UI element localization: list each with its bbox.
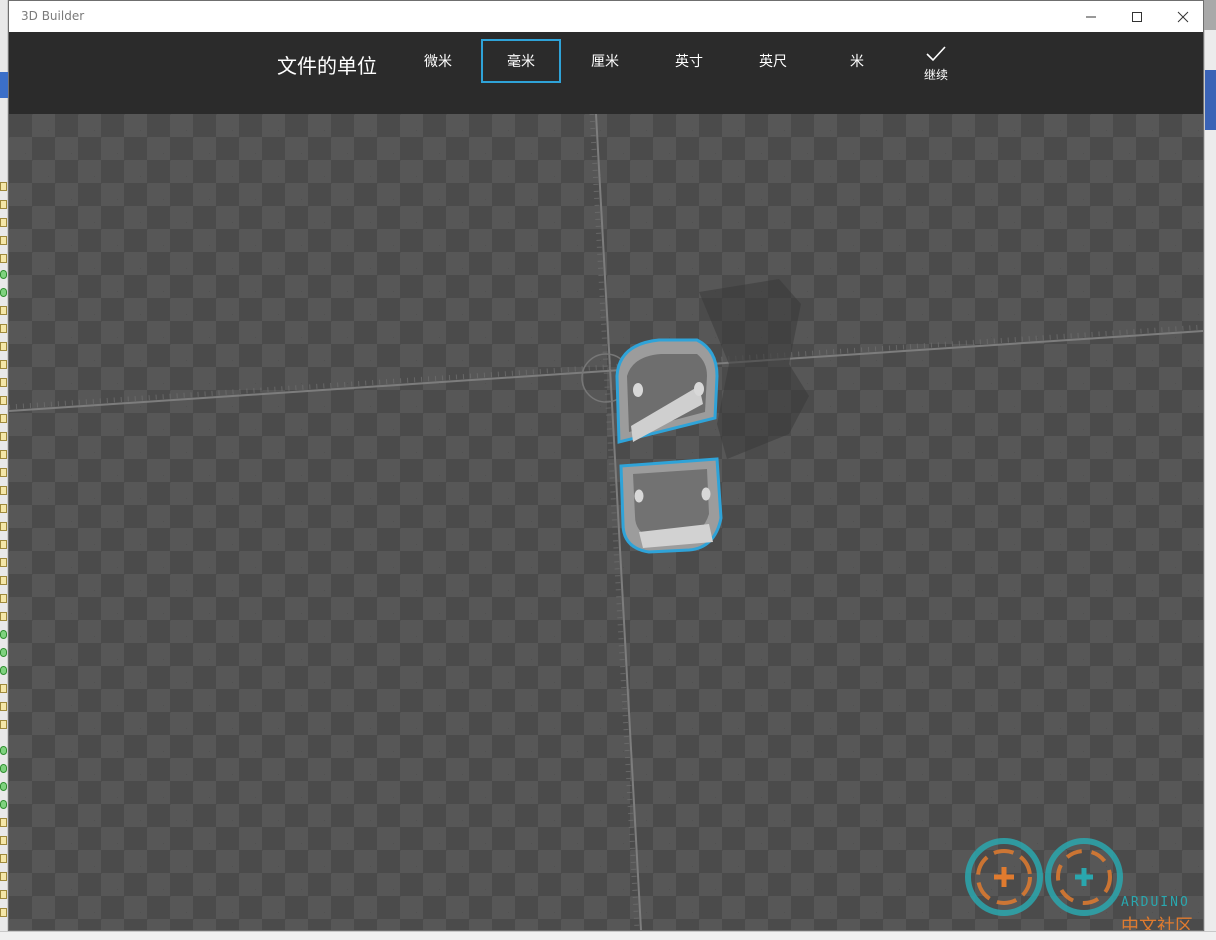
unit-toolbar: 文件的单位 微米 毫米 厘米 英寸 英尺 米 继续 — [9, 32, 1203, 114]
background-file-icon — [0, 236, 7, 245]
background-file-icon — [0, 414, 7, 423]
background-file-icon — [0, 702, 7, 711]
background-file-icon — [0, 908, 7, 917]
background-file-icon — [0, 612, 7, 621]
background-file-icon — [0, 504, 7, 513]
minimize-button[interactable] — [1068, 1, 1114, 32]
background-status-icon — [0, 782, 7, 791]
scene-canvas — [9, 114, 1203, 930]
unit-option-micrometer[interactable]: 微米 — [398, 39, 478, 83]
units-heading: 文件的单位 — [277, 54, 377, 78]
app-window: 3D Builder 文件的单位 微米 毫米 厘米 英寸 英尺 米 继续 ARD… — [8, 0, 1204, 931]
background-status-icon — [0, 666, 7, 675]
unit-option-meter[interactable]: 米 — [817, 39, 897, 83]
background-status-icon — [0, 648, 7, 657]
background-file-icon — [0, 576, 7, 585]
maximize-button[interactable] — [1114, 1, 1160, 32]
background-file-icon — [0, 818, 7, 827]
background-file-icon — [0, 432, 7, 441]
minimize-icon — [1086, 16, 1096, 17]
background-file-icon — [0, 450, 7, 459]
unit-option-label: 英寸 — [675, 54, 703, 70]
background-file-icon — [0, 522, 7, 531]
unit-option-foot[interactable]: 英尺 — [733, 39, 813, 83]
model-bottom-part — [619, 457, 723, 554]
unit-option-millimeter[interactable]: 毫米 — [481, 39, 561, 83]
checkmark-icon — [926, 46, 946, 62]
background-titlebar-fragment — [1205, 70, 1216, 130]
unit-option-label: 英尺 — [759, 54, 787, 70]
background-file-icon — [0, 558, 7, 567]
background-file-icon — [0, 200, 7, 209]
background-status-icon — [0, 800, 7, 809]
background-file-icon — [0, 468, 7, 477]
watermark-brand: ARDUINO — [1121, 895, 1190, 910]
3d-viewport[interactable]: ARDUINO 中文社区 — [9, 114, 1203, 930]
background-file-icon — [0, 254, 7, 263]
watermark-subtitle: 中文社区 — [1121, 916, 1193, 930]
background-file-icon — [0, 360, 7, 369]
title-bar[interactable]: 3D Builder — [9, 1, 1203, 32]
background-taskbar-strip — [0, 931, 1216, 940]
background-file-icon — [0, 396, 7, 405]
background-file-icon — [0, 306, 7, 315]
background-file-icon — [0, 342, 7, 351]
background-titlebar-fragment — [0, 72, 8, 98]
background-file-icon — [0, 890, 7, 899]
close-icon — [1177, 11, 1189, 22]
background-window-right-edge — [1204, 30, 1216, 940]
unit-option-label: 微米 — [424, 54, 452, 70]
watermark-logo: ARDUINO 中文社区 — [959, 832, 1203, 930]
unit-option-label: 毫米 — [507, 54, 535, 70]
continue-label: 继续 — [923, 68, 948, 82]
model-top-part — [615, 338, 719, 444]
unit-option-label: 米 — [850, 54, 864, 70]
background-file-icon — [0, 854, 7, 863]
horizontal-axis — [9, 324, 1203, 412]
unit-option-label: 厘米 — [591, 54, 619, 70]
background-status-icon — [0, 764, 7, 773]
background-file-icon — [0, 720, 7, 729]
background-file-icon — [0, 872, 7, 881]
unit-option-inch[interactable]: 英寸 — [649, 39, 729, 83]
background-file-icon — [0, 836, 7, 845]
app-title: 3D Builder — [21, 9, 85, 23]
background-status-icon — [0, 630, 7, 639]
background-status-icon — [0, 288, 7, 297]
continue-button[interactable]: 继续 — [906, 45, 966, 91]
background-file-icon — [0, 594, 7, 603]
maximize-icon — [1132, 11, 1142, 22]
background-status-icon — [0, 270, 7, 279]
background-status-icon — [0, 746, 7, 755]
background-file-icon — [0, 324, 7, 333]
background-file-icon — [0, 684, 7, 693]
unit-option-centimeter[interactable]: 厘米 — [565, 39, 645, 83]
background-window-left-edge — [0, 0, 8, 940]
close-button[interactable] — [1160, 1, 1206, 32]
background-file-icon — [0, 218, 7, 227]
background-file-icon — [0, 378, 7, 387]
background-file-icon — [0, 486, 7, 495]
background-file-icon — [0, 540, 7, 549]
background-file-icon — [0, 182, 7, 191]
